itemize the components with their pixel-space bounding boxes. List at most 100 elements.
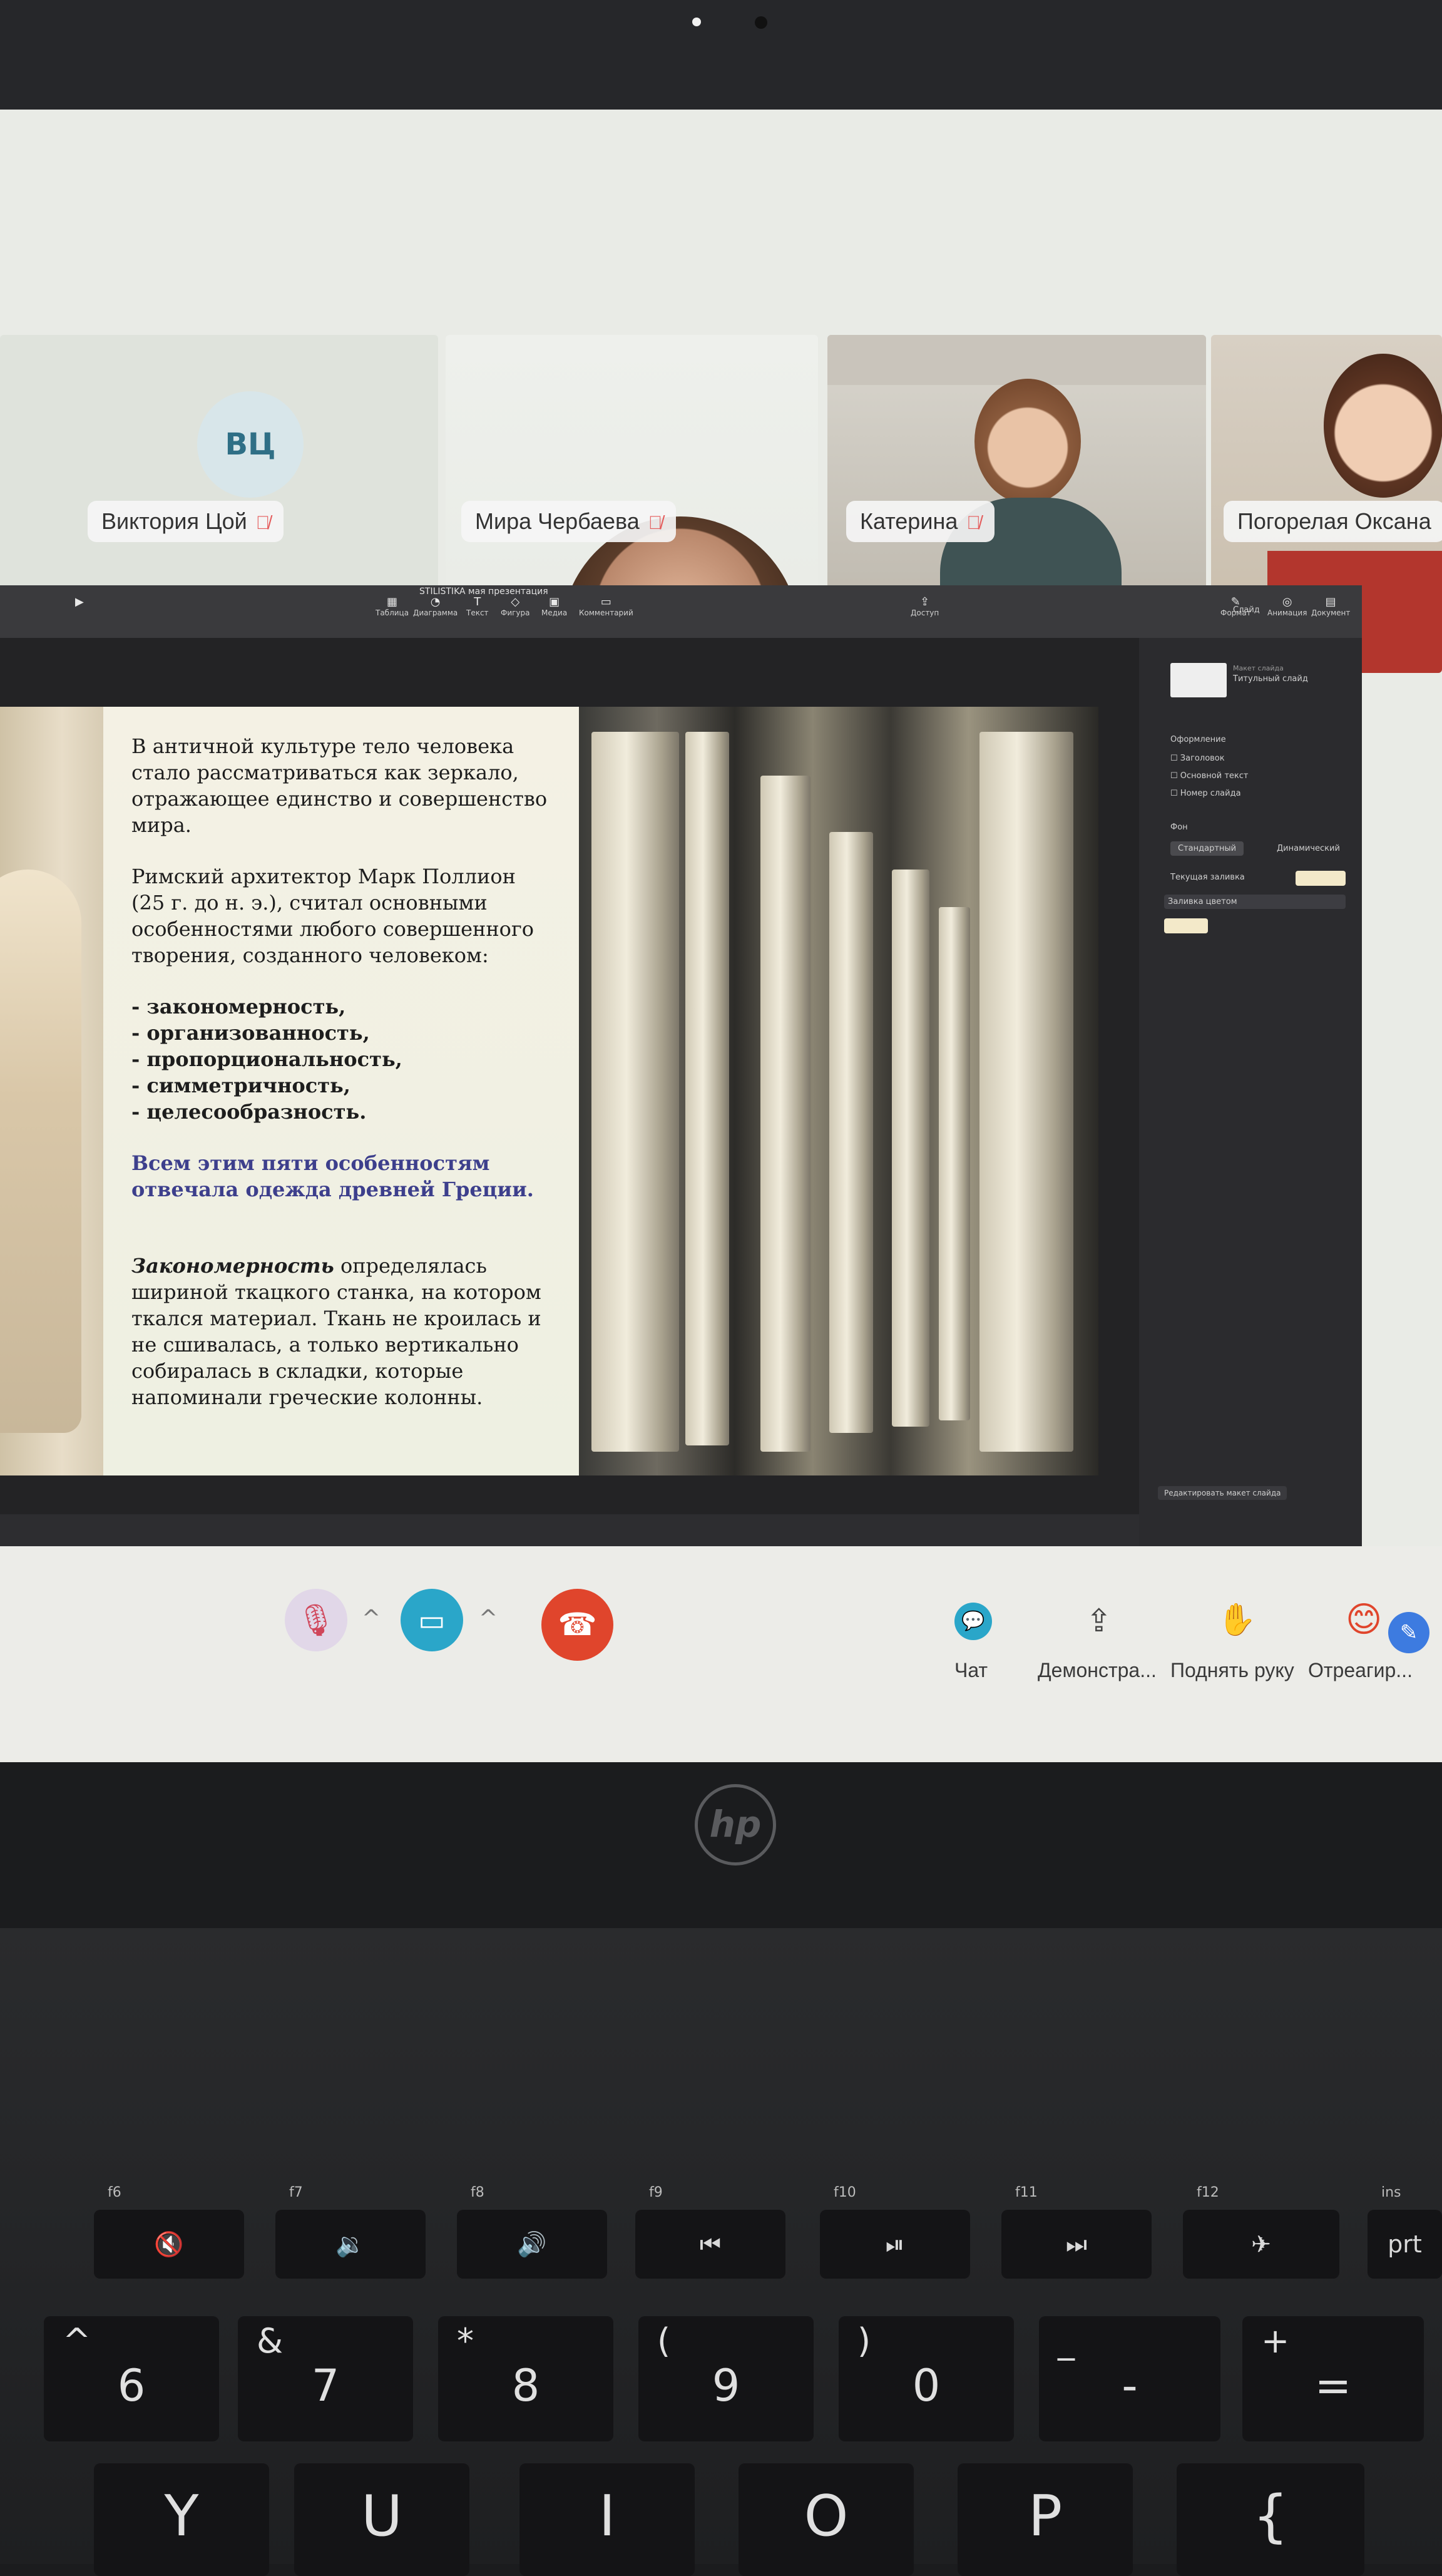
raise-hand-icon[interactable]: ✋ (1217, 1601, 1256, 1638)
raise-hand-label[interactable]: Поднять руку (1170, 1659, 1294, 1682)
sidebar-tab-slide[interactable]: Слайд (1233, 605, 1260, 615)
statue-photo (0, 707, 103, 1475)
chat-label[interactable]: Чат (954, 1659, 988, 1682)
layout-label: Макет слайда (1233, 664, 1284, 672)
reactions-icon[interactable]: 😊 (1346, 1599, 1382, 1640)
toolbar-share[interactable]: ⇪ Доступ (911, 595, 939, 617)
key-equals[interactable]: + = (1242, 2316, 1424, 2441)
slide-paragraph: В античной культуре тело человека стало … (131, 734, 548, 837)
key-minus[interactable]: _ - (1039, 2316, 1220, 2441)
slide[interactable]: В античной культуре тело человека стало … (0, 707, 1098, 1475)
key-u[interactable]: U (294, 2463, 469, 2576)
video-button[interactable]: ▭ (401, 1589, 463, 1651)
option-slide-number[interactable]: ☐ Номер слайда (1170, 789, 1241, 798)
webcam-lens (755, 16, 767, 29)
mic-options-chevron-icon[interactable]: ^ (362, 1606, 381, 1631)
layout-name[interactable]: Титульный слайд (1233, 674, 1308, 684)
column (685, 732, 729, 1445)
slide-text-box[interactable]: В античной культуре тело человека стало … (103, 707, 579, 1475)
bg-label: Фон (1170, 823, 1188, 832)
toolbar-chart[interactable]: ◔ Диаграмма (413, 595, 458, 617)
toolbar-text[interactable]: T Текст (466, 595, 489, 617)
f9-previous-key[interactable]: f9 ⏮ (635, 2186, 785, 2279)
column (892, 870, 929, 1427)
share-screen-icon[interactable]: ⇪ (1086, 1603, 1112, 1639)
participant-name: Виктория Цой (101, 508, 247, 534)
toolbar-comment[interactable]: ▭ Комментарий (579, 595, 633, 617)
participant-name-tag: Мира Чербаева 🎙̸ (461, 501, 677, 542)
insert-key[interactable]: ins prt (1368, 2186, 1442, 2279)
chat-icon[interactable]: 💬 (954, 1603, 992, 1640)
toolbar-table[interactable]: ▦ Таблица (376, 595, 409, 617)
key-bracket[interactable]: { (1177, 2463, 1364, 2576)
bg-standard-button[interactable]: Стандартный (1170, 841, 1244, 856)
key-o[interactable]: O (739, 2463, 914, 2576)
f6-mute-key[interactable]: f6 🔇 (94, 2186, 244, 2279)
toolbar-shape[interactable]: ◇ Фигура (501, 595, 530, 617)
column (979, 732, 1073, 1452)
end-call-button[interactable]: ☎ (541, 1589, 613, 1661)
statue-figure (0, 870, 81, 1433)
mic-muted-icon: 🎙̸ (648, 513, 663, 533)
color-well[interactable] (1164, 918, 1208, 933)
meeting-controls: 🎙 ^ ▭ ^ ☎ 💬 Чат ⇪ Демонстра... ✋ Поднять… (0, 1546, 1442, 1762)
participant-video (974, 379, 1081, 504)
mic-muted-icon: 🎙̸ (255, 513, 270, 533)
bg-dynamic-button[interactable]: Динамический (1277, 844, 1340, 853)
section-label: Оформление (1170, 735, 1226, 744)
f12-airplane-key[interactable]: f12 ✈ (1183, 2186, 1339, 2279)
webcam-indicator (692, 18, 701, 26)
play-button[interactable]: ▶ (75, 595, 84, 608)
slide-list: - закономерность, - организованность, - … (131, 995, 402, 1124)
participant-video (1324, 354, 1442, 498)
fill-color-swatch[interactable] (1296, 871, 1346, 886)
layout-thumbnail[interactable] (1170, 663, 1227, 697)
reactions-label[interactable]: Отреагир... (1308, 1659, 1413, 1682)
key-0[interactable]: ) 0 (839, 2316, 1014, 2441)
laptop-bezel (0, 0, 1442, 110)
fill-type-select[interactable]: Заливка цветом (1164, 895, 1346, 909)
slide-highlight: Всем этим пяти особенностям отвечала оде… (131, 1151, 534, 1201)
f10-play-pause-key[interactable]: f10 ⏯ (820, 2186, 970, 2279)
participant-name: Погорелая Оксана (1237, 508, 1431, 534)
option-title[interactable]: ☐ Заголовок (1170, 754, 1225, 763)
participant-name-tag: Катерина 🎙̸ (846, 501, 995, 542)
key-7[interactable]: & 7 (238, 2316, 413, 2441)
video-options-chevron-icon[interactable]: ^ (479, 1606, 498, 1631)
fill-label: Текущая заливка (1170, 873, 1245, 882)
avatar: ВЦ (197, 391, 304, 498)
key-6[interactable]: ^ 6 (44, 2316, 219, 2441)
column (591, 732, 679, 1452)
laptop-screen: ВЦ Виктория Цой 🎙̸ Мира Чербаева 🎙̸ Катери… (0, 110, 1442, 1762)
key-9[interactable]: (9 (638, 2316, 814, 2441)
slide-paragraph: Закономерность определялась шириной ткац… (131, 1254, 541, 1409)
hp-logo: hp (695, 1784, 776, 1865)
mute-mic-button[interactable]: 🎙 (285, 1589, 347, 1651)
format-sidebar: Слайд Макет слайда Титульный слайд Оформ… (1139, 605, 1362, 1546)
keynote-toolbar: STILISTIKA мая презентация ▶ ▦ Таблица ◔ Д… (0, 585, 1362, 638)
key-y[interactable]: Y (94, 2463, 269, 2576)
toolbar-document[interactable]: ▤ Документ (1311, 595, 1350, 617)
edit-layout-button[interactable]: Редактировать макет слайда (1158, 1486, 1287, 1500)
mic-muted-icon: 🎙̸ (966, 513, 981, 533)
key-i[interactable]: I (519, 2463, 695, 2576)
f7-volume-down-key[interactable]: f7 🔉 (275, 2186, 426, 2279)
column (829, 832, 873, 1433)
participant-name-tag: Виктория Цой 🎙̸ (88, 501, 284, 542)
annotate-pen-icon[interactable]: ✎ (1388, 1612, 1429, 1653)
room-ceiling (827, 335, 1206, 385)
option-body[interactable]: ☐ Основной текст (1170, 771, 1248, 781)
shared-screen-window: STILISTIKA мая презентация ▶ ▦ Таблица ◔ Д… (0, 585, 1362, 1546)
key-8[interactable]: * 8 (438, 2316, 613, 2441)
share-screen-label[interactable]: Демонстра... (1038, 1659, 1157, 1682)
key-p[interactable]: P (958, 2463, 1133, 2576)
participant-name: Мира Чербаева (475, 508, 640, 534)
toolbar-animate[interactable]: ◎ Анимация (1267, 595, 1307, 617)
slide-paragraph: Римский архитектор Марк Поллион (25 г. д… (131, 865, 534, 967)
f8-volume-up-key[interactable]: f8 🔊 (457, 2186, 607, 2279)
columns-photo (579, 707, 1098, 1475)
participant-name-tag: Погорелая Оксана (1224, 501, 1442, 542)
slide-canvas: В античной культуре тело человека стало … (0, 638, 1139, 1514)
f11-next-key[interactable]: f11 ⏭ (1001, 2186, 1152, 2279)
toolbar-media[interactable]: ▣ Медиа (541, 595, 567, 617)
